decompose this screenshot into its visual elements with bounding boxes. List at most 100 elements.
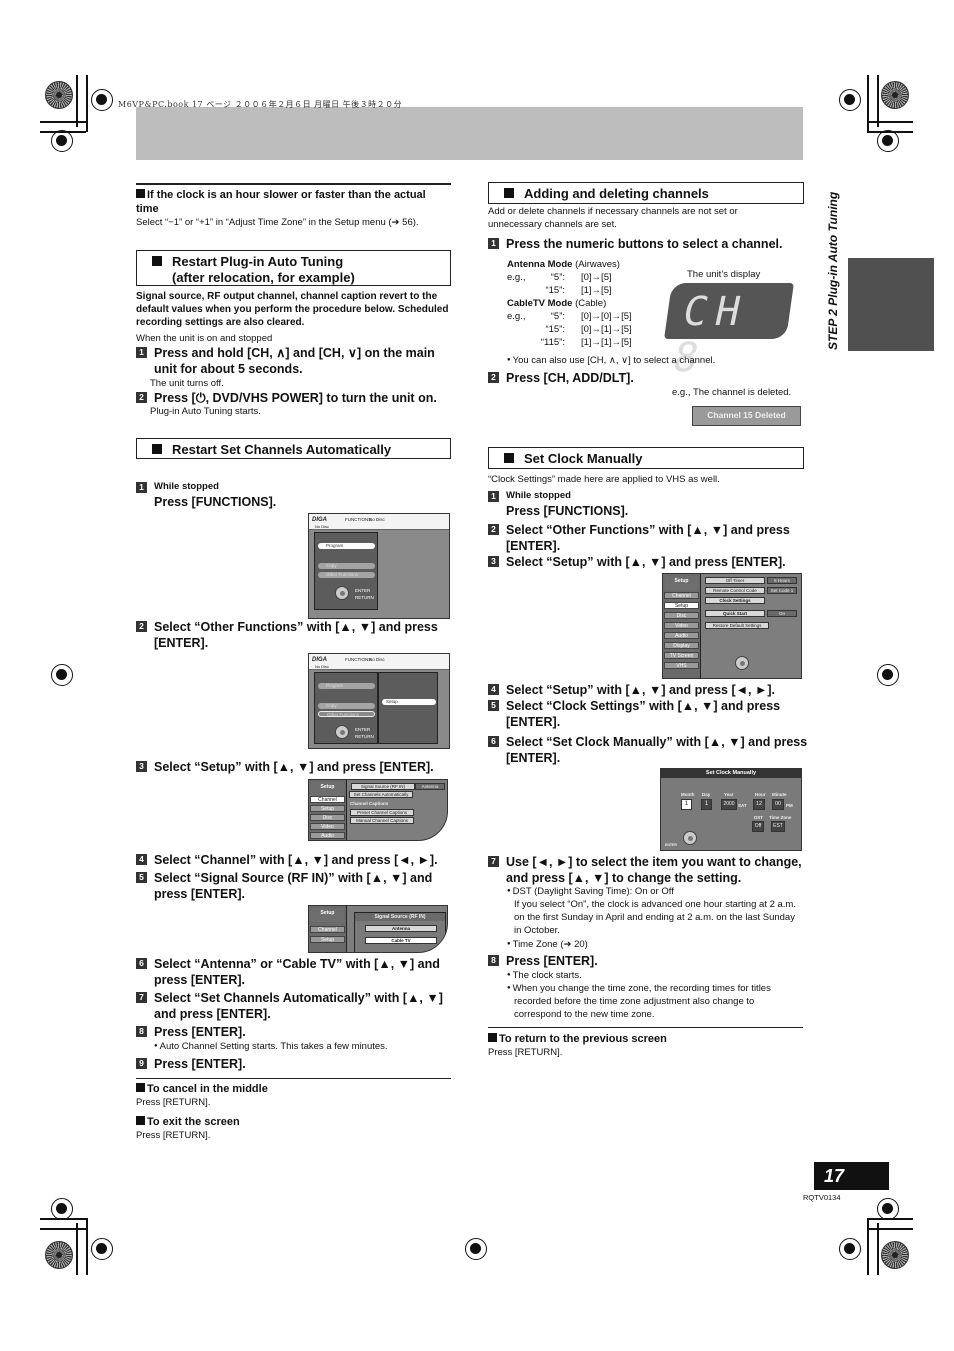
chapter-title: STEP 2 Plug-in Auto Tuning	[826, 191, 840, 350]
channels-step-8-note: Auto Channel Setting starts. This takes …	[154, 1040, 388, 1053]
menu-item-copy: Copy	[318, 563, 375, 569]
osd-topbar: DIGA FUNCTIONS No Disc No Disc	[309, 654, 449, 670]
page-number: 17	[814, 1162, 889, 1190]
channels-step-6: 6 Select “Antenna” or “Cable TV” with [▲…	[136, 956, 456, 988]
crop-line	[76, 75, 78, 127]
channels-step-4: 4 Select “Channel” with [▲, ▼] and press…	[136, 852, 456, 868]
menu-item-copy: Copy	[318, 703, 375, 709]
choice-cable-tv: Cable TV	[365, 937, 437, 944]
restart-warning: Signal source, RF output channel, channe…	[136, 291, 449, 328]
dst-detail: If you select “On”, the clock is advance…	[514, 899, 796, 936]
restart-step-2: 2 Press [⏻, DVD/VHS POWER] to turn the u…	[136, 390, 456, 406]
channels-step-8: 8 Press [ENTER].	[136, 1024, 456, 1040]
dpad-icon	[335, 586, 349, 600]
square-bullet-icon	[504, 188, 514, 198]
return-body: Press [RETURN].	[488, 1047, 563, 1058]
dst-note: DST (Daylight Saving Time): On or Off	[507, 885, 674, 898]
clock-step-4: 4 Select “Setup” with [▲, ▼] and press […	[488, 682, 808, 698]
field-time-zone: EST	[771, 821, 785, 832]
crop-line	[867, 75, 869, 132]
setup-tab-column: Setup Channel Setup Disc Video Audio	[309, 780, 347, 840]
cancel-body: Press [RETURN].	[136, 1097, 211, 1108]
crop-line	[877, 1223, 879, 1275]
channels-step-9: 9 Press [ENTER].	[136, 1056, 456, 1072]
setup-tab-disc: Disc	[664, 612, 699, 619]
dpad-icon	[683, 831, 697, 845]
osd-menu-panel: Program Copy Other Functions ENTER RETUR…	[314, 672, 378, 744]
print-rosette-mark	[45, 81, 73, 109]
crop-line	[40, 131, 86, 133]
display-caption: The unit’s display	[687, 269, 761, 280]
setup-tab-video: Video	[310, 823, 345, 830]
channel-deleted-banner: Channel 15 Deleted	[692, 406, 801, 426]
restart-step-1-note: The unit turns off.	[150, 378, 224, 389]
setup-tab-audio: Audio	[310, 832, 345, 839]
crop-line	[40, 1228, 86, 1230]
square-bullet-icon	[152, 444, 162, 454]
square-bullet-icon	[152, 256, 162, 266]
diga-logo: DIGA	[312, 517, 327, 523]
option-channel-captions: Channel Captions	[350, 801, 389, 806]
diga-logo: DIGA	[312, 657, 327, 663]
time-zone-note: Time Zone (➔ 20)	[507, 938, 588, 951]
option-quick-start-value: On	[767, 610, 797, 617]
deleted-caption: e.g., The channel is deleted.	[672, 387, 792, 398]
section-rule	[488, 1027, 803, 1028]
menu-item-other-functions: Other Functions	[318, 572, 375, 578]
osd-signal-source-screen: Setup Channel Setup Signal Source (RF IN…	[308, 905, 448, 953]
setup-tab-video: Video	[664, 622, 699, 629]
restart-condition: When the unit is on and stopped	[136, 333, 273, 344]
crop-line	[867, 1218, 913, 1220]
setup-tab-tv-screen: TV Screen	[664, 652, 699, 659]
print-rosette-mark	[881, 1241, 909, 1269]
registration-mark	[51, 130, 73, 152]
clock-step-1: 1 While stopped Press [FUNCTIONS].	[488, 489, 808, 519]
registration-mark	[91, 1238, 113, 1260]
clock-starts-note: The clock starts.	[507, 969, 582, 982]
section-heading-restart-auto-tuning: Restart Plug-in Auto Tuning (after reloc…	[136, 250, 451, 286]
antenna-mode: Antenna Mode (Airwaves) e.g., “5”: [0]→[…	[507, 258, 677, 349]
registration-mark	[839, 89, 861, 111]
crop-line	[40, 1218, 86, 1220]
set-clock-intro: “Clock Settings” made here are applied t…	[488, 474, 720, 485]
print-rosette-mark	[45, 1241, 73, 1269]
clock-step-7: 7 Use [◄, ►] to select the item you want…	[488, 854, 808, 886]
menu-item-other-functions: Other Functions	[318, 711, 375, 717]
clock-tip-heading: If the clock is an hour slower or faster…	[136, 189, 426, 215]
signal-source-dialog: Signal Source (RF IN) Antenna Cable TV	[354, 912, 446, 952]
clock-step-6: 6 Select “Set Clock Manually” with [▲, ▼…	[488, 734, 808, 766]
crop-line	[867, 1218, 869, 1275]
option-clock-settings: Clock Settings	[705, 597, 765, 604]
osd-functions-screen: DIGA FUNCTIONS No Disc No Disc Program C…	[308, 513, 450, 619]
option-set-channels-auto: Set Channels Automatically	[349, 791, 413, 798]
setup-tab-channel: Channel	[664, 592, 699, 599]
unit-display: CH 8	[664, 283, 794, 381]
option-manual-captions: Manual Channel Captions	[350, 817, 414, 824]
restart-step-2-note: Plug-in Auto Tuning starts.	[150, 406, 261, 417]
choice-antenna: Antenna	[365, 925, 437, 932]
registration-mark	[877, 1198, 899, 1220]
clock-step-2: 2 Select “Other Functions” with [▲, ▼] a…	[488, 522, 808, 554]
crop-line	[76, 1223, 78, 1275]
clock-step-8: 8 Press [ENTER].	[488, 953, 808, 969]
exit-heading: To exit the screen	[136, 1115, 240, 1129]
setup-tab-channel: Channel	[310, 796, 345, 803]
book-meta: M6VP&PC.book 17 ページ ２００６年２月６日 月曜日 午後３時２０…	[118, 100, 403, 109]
add-delete-intro: Add or delete channels if necessary chan…	[488, 206, 738, 230]
setup-tab-channel: Channel	[310, 926, 345, 933]
field-month: 1	[681, 799, 692, 810]
exit-body: Press [RETURN].	[136, 1130, 211, 1141]
osd-submenu-panel: Setup	[378, 672, 438, 744]
square-bullet-icon	[136, 1116, 145, 1125]
example-row: e.g., “5”: [0]→[0]→[5]	[507, 311, 632, 322]
section-heading-add-delete: Adding and deleting channels	[488, 182, 804, 204]
clock-step-5: 5 Select “Clock Settings” with [▲, ▼] an…	[488, 698, 808, 730]
channels-step-3: 3 Select “Setup” with [▲, ▼] and press […	[136, 759, 456, 775]
registration-mark	[839, 1238, 861, 1260]
header-bar	[136, 107, 803, 160]
crop-line	[867, 121, 913, 123]
example-row: e.g., “5”: [0]→[5]	[507, 272, 612, 283]
option-off-timer: Off Timer	[705, 577, 765, 584]
osd-setup-channel-screen: Setup Channel Setup Disc Video Audio Sig…	[308, 779, 448, 841]
square-bullet-icon	[136, 189, 145, 198]
